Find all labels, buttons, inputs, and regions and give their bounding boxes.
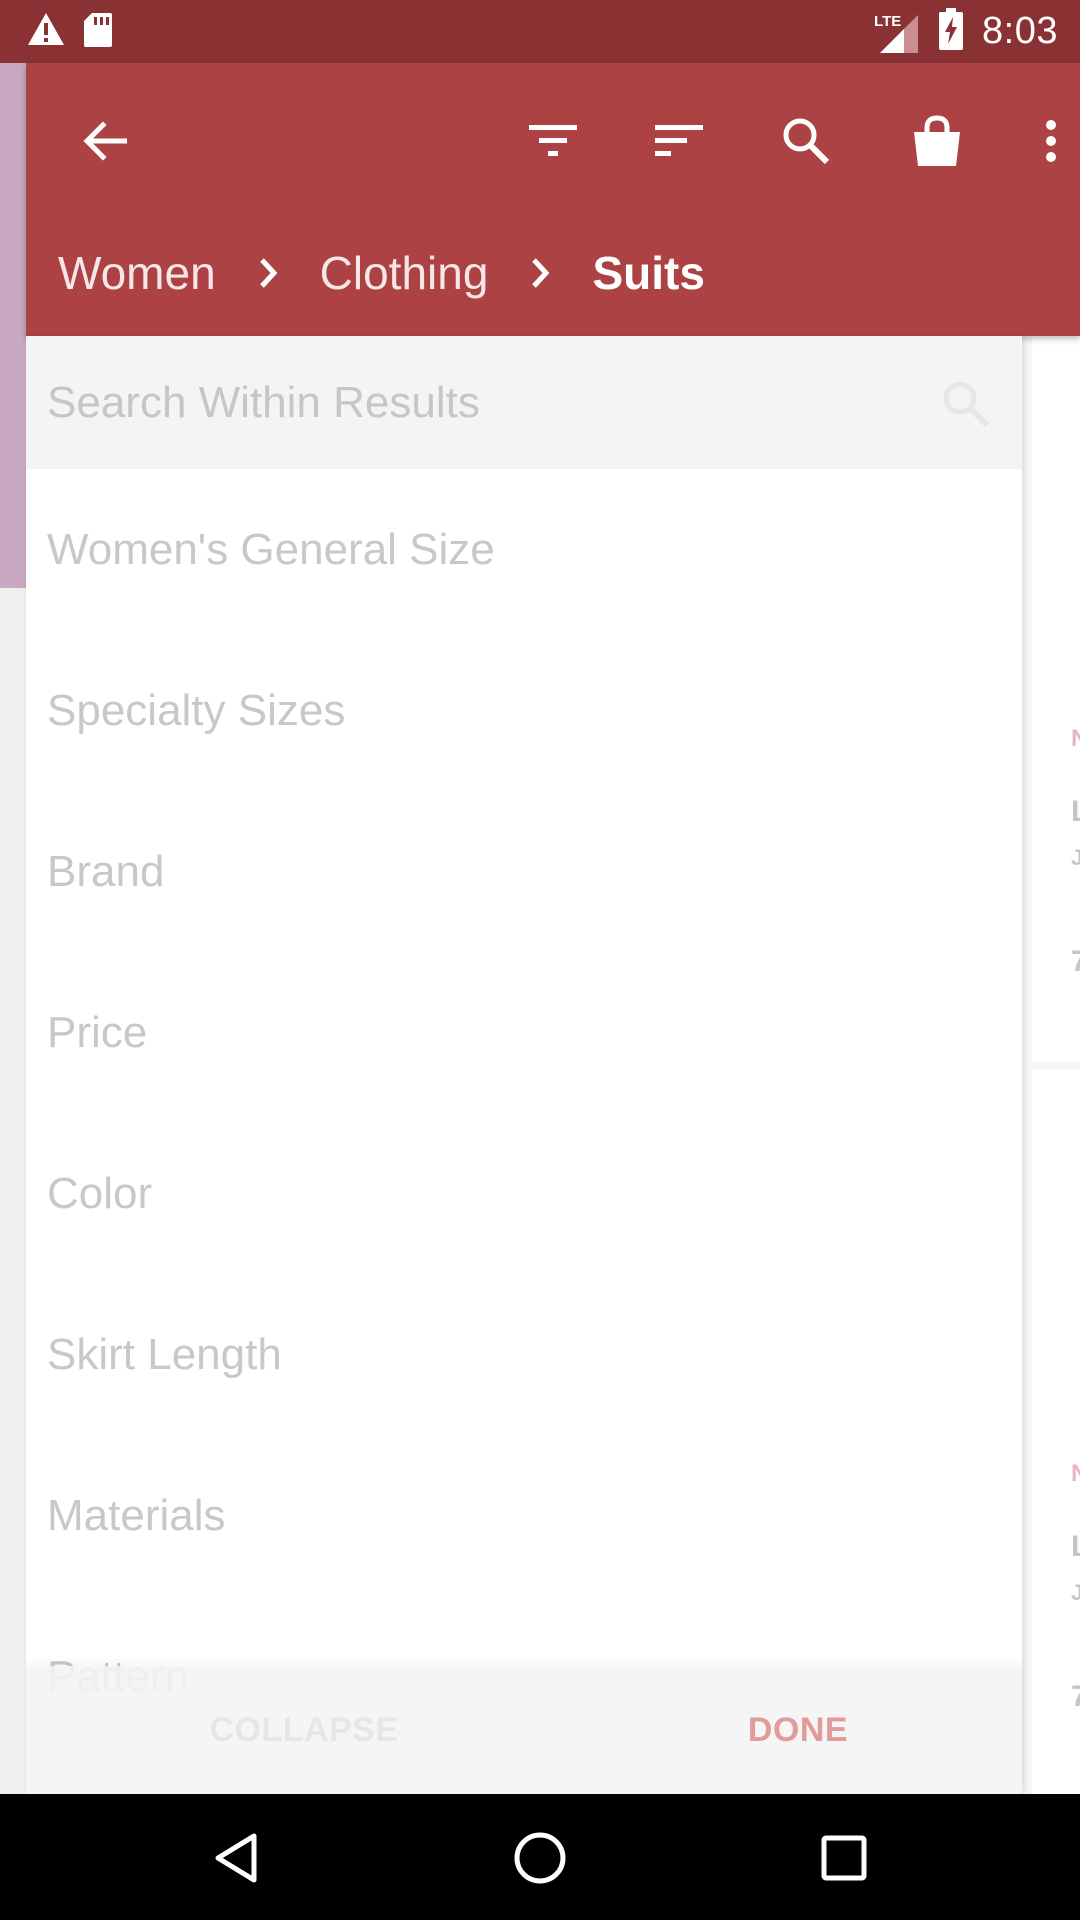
app-bar: Women Clothing Suits: [26, 63, 1080, 336]
signal-icon: LTE: [874, 9, 920, 55]
facet-skirt-length[interactable]: Skirt Length: [26, 1274, 1022, 1435]
back-arrow-icon[interactable]: [70, 106, 140, 176]
more-vert-icon[interactable]: [1026, 106, 1076, 176]
search-input[interactable]: [47, 336, 927, 469]
breadcrumb: Women Clothing Suits: [58, 246, 705, 300]
clock: 8:03: [982, 10, 1058, 52]
facet-specialty-sizes[interactable]: Specialty Sizes: [26, 630, 1022, 791]
search-icon[interactable]: [771, 106, 841, 176]
recents-square-icon[interactable]: [804, 1818, 884, 1898]
warning-icon: [26, 11, 66, 54]
breadcrumb-item-women[interactable]: Women: [58, 246, 216, 300]
search-icon[interactable]: [942, 380, 990, 433]
done-button[interactable]: DONE: [626, 1666, 970, 1794]
shopping-bag-icon[interactable]: [902, 106, 972, 176]
home-circle-icon[interactable]: [500, 1818, 580, 1898]
status-bar: LTE 8:03: [0, 0, 1080, 63]
chevron-right-icon: [530, 257, 550, 289]
background-text-fragment: 7: [1071, 945, 1080, 978]
chevron-right-icon: [258, 257, 278, 289]
breadcrumb-item-suits: Suits: [592, 247, 705, 299]
back-triangle-icon[interactable]: [196, 1818, 276, 1898]
background-image-strip: [0, 63, 26, 588]
facet-brand[interactable]: Brand: [26, 791, 1022, 952]
collapse-button[interactable]: COLLAPSE: [126, 1666, 482, 1794]
sd-card-icon: [82, 11, 114, 54]
facet-materials[interactable]: Materials: [26, 1435, 1022, 1596]
search-within-results: [26, 336, 1022, 469]
background-text-fragment: J: [1071, 1580, 1080, 1605]
battery-charging-icon: [938, 8, 964, 55]
background-text-fragment: L: [1071, 1530, 1080, 1564]
facet-list: Women's General Size Specialty Sizes Bra…: [26, 469, 1022, 1757]
background-text-fragment: N: [1071, 725, 1080, 752]
facet-color[interactable]: Color: [26, 1113, 1022, 1274]
background-text-fragment: 7: [1071, 1680, 1080, 1713]
filter-icon[interactable]: [518, 106, 588, 176]
background-text-fragment: J: [1071, 845, 1080, 870]
breadcrumb-item-clothing[interactable]: Clothing: [320, 246, 489, 300]
drawer-action-bar: COLLAPSE DONE: [26, 1666, 1022, 1794]
navigation-bar: [0, 1794, 1080, 1920]
sort-icon[interactable]: [644, 106, 714, 176]
facet-womens-general-size[interactable]: Women's General Size: [26, 469, 1022, 630]
filter-drawer: Women's General Size Specialty Sizes Bra…: [26, 336, 1022, 1794]
background-text-fragment: N: [1071, 1460, 1080, 1487]
facet-price[interactable]: Price: [26, 952, 1022, 1113]
background-text-fragment: L: [1071, 795, 1080, 829]
